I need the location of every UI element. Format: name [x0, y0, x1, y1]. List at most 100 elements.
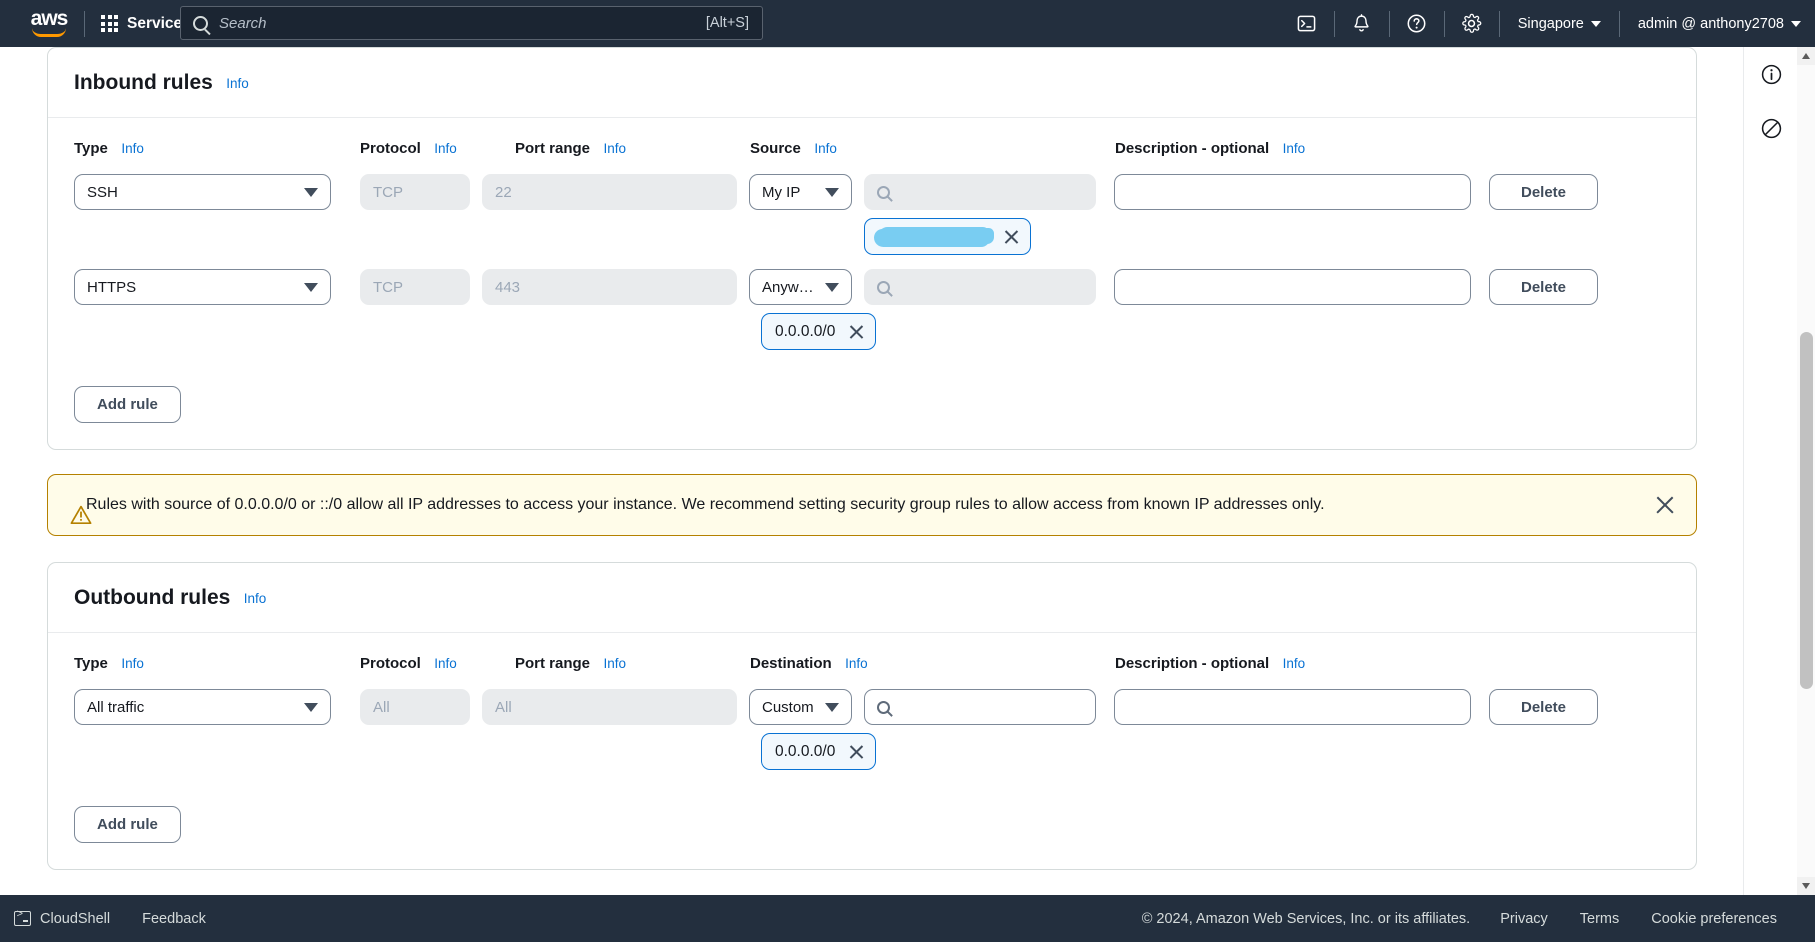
outbound-row-0-destination-search[interactable] [864, 689, 1096, 725]
inbound-row-0-protocol-field: TCP [360, 174, 470, 210]
footer-left-group: CloudShell Feedback [0, 895, 222, 942]
bell-icon[interactable] [1339, 0, 1385, 47]
inbound-row-0-port-cell: 22 [482, 174, 737, 210]
inbound-rule-row: HTTPS TCP 443 Anyw… 0.0.0.0/0 Delete [74, 269, 1670, 350]
scrollbar-thumb[interactable] [1800, 332, 1813, 689]
inbound-row-0-description-cell [1114, 174, 1471, 210]
nav-divider [1618, 10, 1620, 37]
region-selector[interactable]: Singapore [1504, 0, 1615, 47]
inbound-row-1-source-cell: Anyw… 0.0.0.0/0 [749, 269, 1096, 350]
inbound-row-0-type-select[interactable]: SSH [74, 174, 331, 210]
column-label-destination: Destination [750, 655, 832, 673]
outbound-rules-header: Outbound rules Info [48, 563, 1696, 633]
aws-swoosh-icon [32, 28, 66, 37]
inbound-row-0-delete-button[interactable]: Delete [1489, 174, 1598, 210]
chevron-down-icon [304, 282, 318, 292]
outbound-rules-title: Outbound rules [74, 586, 231, 609]
outbound-row-0-type-cell: All traffic [74, 689, 331, 725]
scroll-up-button[interactable] [1797, 47, 1815, 65]
nav-right-group: Singapore admin @ anthony2708 [1284, 0, 1815, 47]
search-icon [877, 280, 890, 294]
search-icon [877, 185, 890, 199]
inbound-row-0-action-cell: Delete [1489, 174, 1599, 210]
column-header-source: Source Info [750, 140, 1097, 158]
protocol-info-link[interactable]: Info [434, 141, 457, 156]
account-menu[interactable]: admin @ anthony2708 [1624, 0, 1815, 47]
global-search-input[interactable]: Search [Alt+S] [180, 6, 763, 40]
column-header-port-range: Port range Info [515, 655, 770, 673]
port-range-info-link[interactable]: Info [603, 656, 626, 671]
security-warning-banner: Rules with source of 0.0.0.0/0 or ::/0 a… [47, 474, 1697, 536]
footer-feedback-link[interactable]: Feedback [126, 895, 222, 942]
inbound-row-0-source-select[interactable]: My IP [749, 174, 852, 210]
search-placeholder: Search [219, 14, 267, 32]
type-info-link[interactable]: Info [121, 141, 144, 156]
column-header-protocol: Protocol Info [360, 140, 470, 158]
description-info-link[interactable]: Info [1283, 656, 1306, 671]
source-info-link[interactable]: Info [814, 141, 837, 156]
nav-divider [1443, 10, 1445, 37]
inbound-row-1-type-value: HTTPS [87, 278, 137, 296]
close-icon[interactable] [1654, 494, 1676, 516]
inbound-add-rule-button[interactable]: Add rule [74, 386, 181, 423]
nav-divider [1388, 10, 1390, 37]
inbound-row-0-description-input[interactable] [1114, 174, 1471, 210]
inbound-row-1-type-select[interactable]: HTTPS [74, 269, 331, 305]
gear-icon[interactable] [1449, 0, 1495, 47]
port-range-info-link[interactable]: Info [603, 141, 626, 156]
footer-privacy-link[interactable]: Privacy [1484, 895, 1564, 942]
inbound-row-1-delete-button[interactable]: Delete [1489, 269, 1598, 305]
page-scrollbar[interactable] [1797, 47, 1815, 895]
chevron-up-icon [1802, 53, 1810, 59]
inbound-row-1-source-search[interactable] [864, 269, 1096, 305]
security-warning-text: Rules with source of 0.0.0.0/0 or ::/0 a… [86, 496, 1325, 514]
inbound-rules-info-link[interactable]: Info [226, 76, 249, 91]
cloudshell-icon [14, 909, 31, 926]
inbound-row-1-description-input[interactable] [1114, 269, 1471, 305]
info-circle-icon[interactable] [1744, 47, 1798, 101]
inbound-row-1-token-label: 0.0.0.0/0 [775, 322, 836, 340]
search-shortcut-hint: [Alt+S] [705, 15, 749, 31]
inbound-row-1-source-value: Anyw… [762, 278, 814, 296]
inbound-row-1-type-cell: HTTPS [74, 269, 331, 305]
grid-icon [101, 15, 118, 32]
contact-support-icon[interactable] [1744, 101, 1798, 155]
scroll-down-button[interactable] [1797, 877, 1815, 895]
protocol-info-link[interactable]: Info [434, 656, 457, 671]
outbound-row-0-description-input[interactable] [1114, 689, 1471, 725]
remove-token-icon[interactable] [847, 323, 865, 341]
footer-cookie-preferences-link[interactable]: Cookie preferences [1635, 895, 1793, 942]
inbound-row-1-source-select[interactable]: Anyw… [749, 269, 852, 305]
cloudshell-icon[interactable] [1284, 0, 1330, 47]
footer-terms-link[interactable]: Terms [1564, 895, 1635, 942]
outbound-row-0-type-select[interactable]: All traffic [74, 689, 331, 725]
inbound-row-0-source-cell: My IP [749, 174, 1096, 255]
column-header-description: Description - optional Info [1115, 655, 1472, 673]
remove-token-icon[interactable] [847, 743, 865, 761]
description-info-link[interactable]: Info [1283, 141, 1306, 156]
inbound-row-1-port-value: 443 [495, 278, 521, 296]
chevron-down-icon [825, 187, 839, 197]
help-icon[interactable] [1394, 0, 1440, 47]
type-info-link[interactable]: Info [121, 656, 144, 671]
inbound-row-0-source-search[interactable] [864, 174, 1096, 210]
column-label-description: Description - optional [1115, 140, 1270, 158]
column-label-protocol: Protocol [360, 140, 421, 158]
footer-cloudshell-button[interactable]: CloudShell [0, 895, 126, 942]
chevron-down-icon [825, 702, 839, 712]
outbound-row-0-action-cell: Delete [1489, 689, 1599, 725]
page-content: Inbound rules Info Type Info Protocol In… [0, 47, 1815, 895]
aws-logo[interactable]: aws [18, 8, 80, 37]
column-label-protocol: Protocol [360, 655, 421, 673]
outbound-add-rule-button[interactable]: Add rule [74, 806, 181, 843]
inbound-row-1-protocol-cell: TCP [360, 269, 470, 305]
destination-info-link[interactable]: Info [845, 656, 868, 671]
outbound-row-0-delete-button[interactable]: Delete [1489, 689, 1598, 725]
outbound-rules-info-link[interactable]: Info [244, 591, 267, 606]
inbound-row-0-source-controls: My IP [749, 174, 1096, 210]
remove-token-icon[interactable] [1002, 228, 1020, 246]
outbound-column-headers: Type Info Protocol Info Port range Info … [74, 655, 1670, 673]
outbound-row-0-destination-select[interactable]: Custom [749, 689, 852, 725]
column-label-description: Description - optional [1115, 655, 1270, 673]
inbound-row-0-source-value: My IP [762, 183, 801, 201]
